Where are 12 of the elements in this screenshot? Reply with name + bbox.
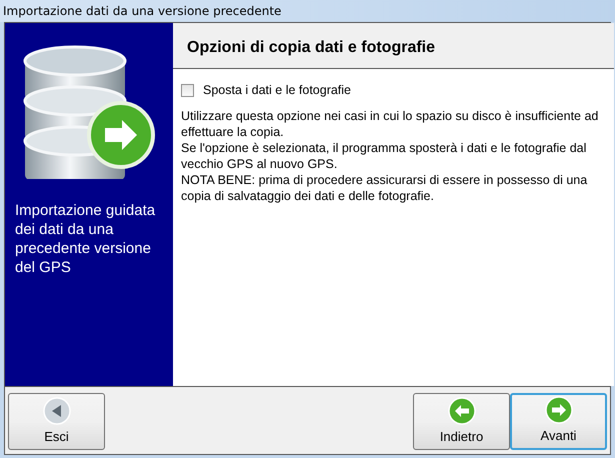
sidebar-caption: Importazione guidata dei dati da una precedente versione del GPS — [15, 201, 156, 277]
checkbox-square[interactable] — [181, 84, 194, 97]
next-button[interactable]: Avanti — [510, 392, 607, 450]
move-data-checkbox[interactable]: Sposta i dati e le fotografie — [181, 81, 606, 100]
description-text: Utilizzare questa opzione nei casi in cui lo spazio su disco è insufficiente ad effettuare la copia. — [181, 108, 600, 140]
description-text: NOTA BENE: prima di procedere assicurarsi di essere in possesso di una copia di salvataggio dei dati e delle fotografie. — [181, 172, 588, 204]
page-heading: Opzioni di copia dati e fotografie — [187, 38, 436, 58]
window-title: Importazione dati da una versione precedente — [0, 0, 615, 22]
checkbox-label: Sposta i dati e le fotografie — [203, 82, 352, 99]
back-button[interactable]: Indietro — [413, 392, 510, 450]
description-text: Se l'opzione è selezionata, il programma sposterà i dati e le fotografie dal vecchio GPS al nuovo GPS. — [181, 140, 588, 172]
exit-button[interactable]: Esci — [8, 392, 105, 450]
